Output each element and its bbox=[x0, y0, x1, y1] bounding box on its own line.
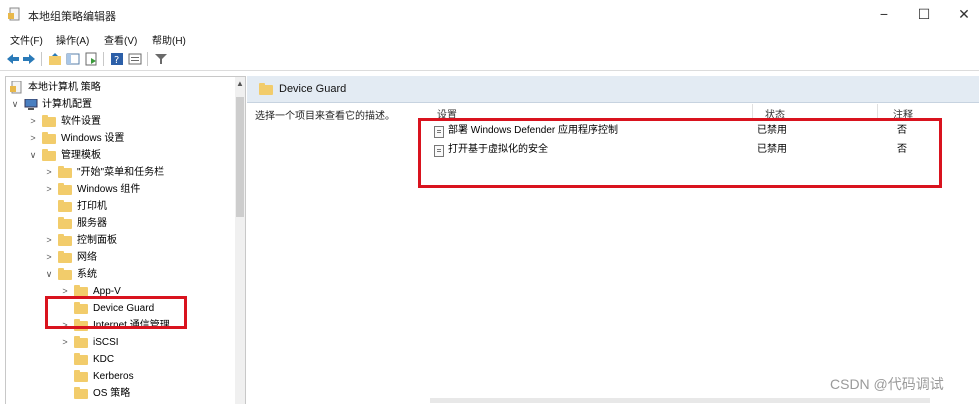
tree-label: Windows 设置 bbox=[61, 133, 125, 144]
scroll-up-icon[interactable]: ▲ bbox=[235, 79, 245, 89]
folder-icon bbox=[74, 319, 88, 331]
folder-icon bbox=[58, 234, 72, 246]
chevron-down-icon[interactable]: ∨ bbox=[28, 147, 38, 164]
chevron-right-icon[interactable]: > bbox=[44, 249, 54, 266]
column-separator[interactable] bbox=[877, 104, 878, 120]
toolbar-separator bbox=[41, 52, 42, 66]
folder-icon bbox=[259, 83, 273, 95]
folder-icon bbox=[74, 353, 88, 365]
folder-icon bbox=[58, 183, 72, 195]
export-list-icon[interactable] bbox=[84, 52, 98, 66]
folder-icon bbox=[58, 251, 72, 263]
tree-label: KDC bbox=[93, 354, 115, 365]
tree-label: 系统 bbox=[77, 269, 97, 280]
menu-bar: 文件(F) 操作(A) 查看(V) 帮助(H) bbox=[0, 28, 979, 48]
chevron-right-icon[interactable]: > bbox=[28, 130, 38, 147]
toolbar: ? bbox=[0, 48, 979, 71]
computer-icon bbox=[24, 99, 38, 110]
details-pane: Device Guard 选择一个项目来查看它的描述。 设置 状态 注释 部署 … bbox=[247, 76, 979, 403]
folder-icon bbox=[74, 302, 88, 314]
tree-label: 打印机 bbox=[77, 201, 107, 212]
chevron-right-icon[interactable]: > bbox=[44, 181, 54, 198]
details-horizontal-scrollbar[interactable] bbox=[430, 398, 930, 403]
toolbar-separator bbox=[103, 52, 104, 66]
setting-state: 已禁用 bbox=[757, 125, 787, 136]
tree-label: 软件设置 bbox=[61, 116, 101, 127]
column-header-setting[interactable]: 设置 bbox=[437, 106, 457, 121]
tree-label: 网络 bbox=[77, 252, 97, 263]
menu-help[interactable]: 帮助(H) bbox=[152, 32, 186, 47]
folder-icon bbox=[42, 149, 56, 161]
back-arrow-icon[interactable] bbox=[6, 52, 20, 66]
tree-label: Internet 通信管理 bbox=[93, 320, 170, 331]
policy-document-icon bbox=[10, 81, 22, 94]
setting-comment: 否 bbox=[897, 125, 907, 136]
chevron-down-icon[interactable]: ∨ bbox=[44, 266, 54, 283]
tree-label: 管理模板 bbox=[61, 150, 101, 161]
tree-label: OS 策略 bbox=[93, 388, 131, 399]
filter-icon[interactable] bbox=[154, 52, 168, 66]
tree-label-selected: Device Guard bbox=[93, 303, 155, 314]
tree-label: iSCSI bbox=[93, 337, 119, 348]
policy-setting-icon bbox=[434, 145, 444, 157]
chevron-right-icon[interactable]: > bbox=[60, 334, 70, 351]
tree-label-root: 本地计算机 策略 bbox=[28, 82, 101, 93]
chevron-down-icon[interactable]: ∨ bbox=[10, 96, 20, 113]
menu-view[interactable]: 查看(V) bbox=[104, 32, 137, 47]
column-header-comment[interactable]: 注释 bbox=[893, 106, 913, 121]
chevron-right-icon[interactable]: > bbox=[44, 232, 54, 249]
column-separator[interactable] bbox=[752, 104, 753, 120]
properties-icon[interactable] bbox=[128, 52, 142, 66]
show-hide-tree-icon[interactable] bbox=[66, 52, 80, 66]
chevron-right-icon[interactable]: > bbox=[44, 164, 54, 181]
chevron-right-icon[interactable]: > bbox=[28, 113, 38, 130]
folder-icon bbox=[58, 166, 72, 178]
menu-file[interactable]: 文件(F) bbox=[10, 32, 43, 47]
title-bar: 本地组策略编辑器 − ☐ ✕ bbox=[0, 0, 979, 28]
tree-label: 控制面板 bbox=[77, 235, 117, 246]
folder-icon bbox=[74, 387, 88, 399]
policy-editor-icon bbox=[8, 7, 20, 21]
folder-icon bbox=[74, 336, 88, 348]
toolbar-separator bbox=[147, 52, 148, 66]
setting-comment: 否 bbox=[897, 144, 907, 155]
folder-icon bbox=[74, 285, 88, 297]
details-title: Device Guard bbox=[279, 83, 347, 95]
setting-name: 部署 Windows Defender 应用程序控制 bbox=[448, 125, 619, 136]
forward-arrow-icon[interactable] bbox=[22, 52, 36, 66]
window-title: 本地组策略编辑器 bbox=[28, 11, 116, 23]
tree-scrollbar[interactable]: ▲ bbox=[235, 77, 245, 404]
setting-name: 打开基于虚拟化的安全 bbox=[448, 144, 548, 155]
chevron-right-icon[interactable]: > bbox=[60, 317, 70, 334]
scrollbar-thumb[interactable] bbox=[236, 97, 244, 217]
tree-label: App-V bbox=[93, 286, 121, 297]
folder-icon bbox=[74, 370, 88, 382]
tree-label: Windows 组件 bbox=[77, 184, 141, 195]
policy-setting-icon bbox=[434, 126, 444, 138]
svg-text:?: ? bbox=[114, 55, 119, 66]
tree-label: "开始"菜单和任务栏 bbox=[77, 167, 165, 178]
minimize-button[interactable]: − bbox=[864, 2, 904, 26]
tree-pane: 本地计算机 策略 ∨ 计算机配置 > 软件设置 > Windows 设置 ∨ 管理模板… bbox=[5, 76, 246, 404]
folder-icon bbox=[58, 200, 72, 212]
menu-action[interactable]: 操作(A) bbox=[56, 32, 89, 47]
column-header-state[interactable]: 状态 bbox=[765, 106, 785, 121]
tree-label: Kerberos bbox=[93, 371, 134, 382]
tree-label: 服务器 bbox=[77, 218, 107, 229]
folder-icon bbox=[42, 115, 56, 127]
folder-icon bbox=[58, 217, 72, 229]
description-text: 选择一个项目来查看它的描述。 bbox=[255, 111, 395, 122]
folder-icon bbox=[58, 268, 72, 280]
setting-state: 已禁用 bbox=[757, 144, 787, 155]
folder-icon bbox=[42, 132, 56, 144]
maximize-button[interactable]: ☐ bbox=[904, 2, 944, 26]
tree-label-computer-config: 计算机配置 bbox=[42, 99, 92, 110]
up-folder-icon[interactable] bbox=[48, 52, 62, 66]
close-button[interactable]: ✕ bbox=[944, 2, 979, 26]
help-icon[interactable]: ? bbox=[110, 52, 124, 66]
details-header: Device Guard bbox=[247, 76, 979, 103]
chevron-right-icon[interactable]: > bbox=[60, 283, 70, 300]
watermark-text: CSDN @代码调试 bbox=[830, 376, 944, 392]
